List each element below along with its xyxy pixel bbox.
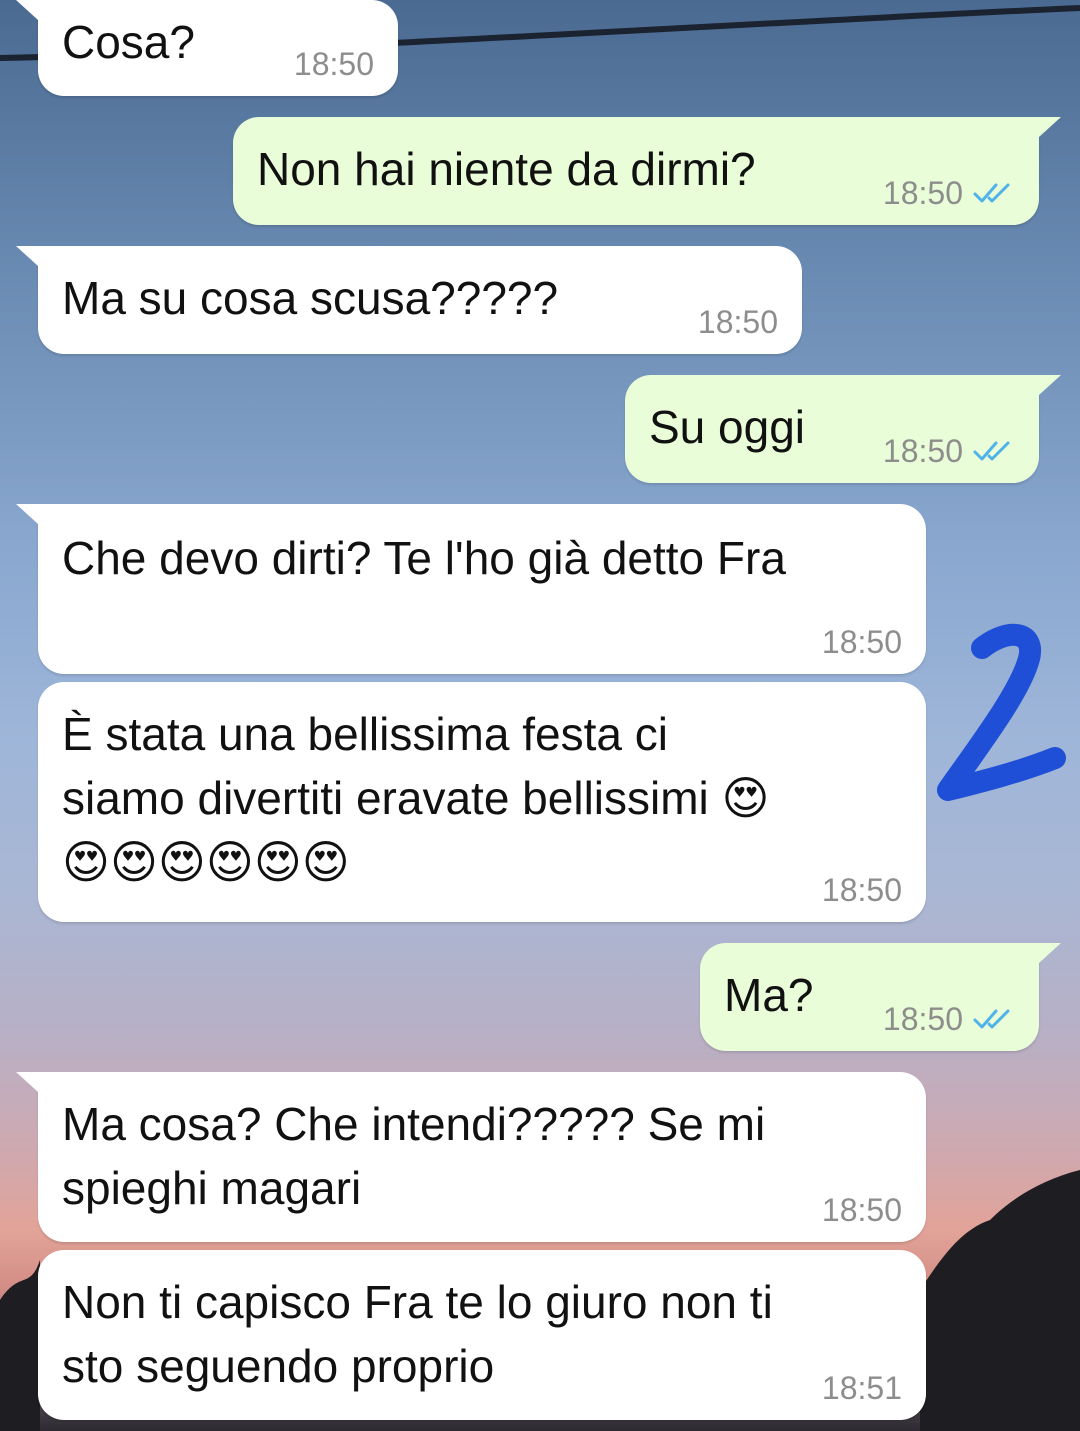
message-meta: 18:50 xyxy=(883,1001,1015,1037)
message-time: 18:51 xyxy=(821,1370,902,1406)
message-time: 18:50 xyxy=(882,175,963,211)
bubble-tail xyxy=(1039,117,1061,137)
message-meta: 18:50 xyxy=(883,175,1015,211)
bubble-tail xyxy=(1039,375,1061,395)
double-check-read-icon xyxy=(973,181,1015,205)
message-meta: 18:50 xyxy=(698,304,778,340)
bubble-tail xyxy=(16,0,38,20)
message-meta: 18:50 xyxy=(822,1192,902,1228)
message-bubble-outgoing[interactable]: Non hai niente da dirmi? 18:50 xyxy=(233,117,1061,225)
message-bubble-incoming[interactable]: Cosa? 18:50 xyxy=(16,0,398,96)
message-bubble-outgoing[interactable]: Su oggi 18:50 xyxy=(625,375,1061,483)
handwritten-annotation xyxy=(920,622,1070,817)
bubble-tail xyxy=(16,246,38,266)
message-text: Ma su cosa scusa????? xyxy=(62,272,559,324)
message-time: 18:50 xyxy=(697,304,778,340)
message-bubble-incoming[interactable]: È stata una bellissima festa ci siamo di… xyxy=(38,682,926,922)
message-meta: 18:51 xyxy=(822,1370,902,1406)
message-text: È stata una bellissima festa ci siamo di… xyxy=(62,708,770,888)
message-time: 18:50 xyxy=(882,1001,963,1037)
message-meta: 18:50 xyxy=(883,433,1015,469)
double-check-read-icon xyxy=(973,1007,1015,1031)
message-bubble-incoming[interactable]: Non ti capisco Fra te lo giuro non ti st… xyxy=(38,1250,926,1420)
message-text: Non ti capisco Fra te lo giuro non ti st… xyxy=(62,1276,773,1392)
bubble-tail xyxy=(16,1072,38,1092)
message-bubble-outgoing[interactable]: Ma? 18:50 xyxy=(700,943,1061,1051)
message-meta: 18:50 xyxy=(294,46,374,82)
message-text: Ma cosa? Che intendi????? Se mi spieghi … xyxy=(62,1098,766,1214)
message-time: 18:50 xyxy=(821,1192,902,1228)
message-meta: 18:50 xyxy=(822,872,902,908)
double-check-read-icon xyxy=(973,439,1015,463)
message-bubble-incoming[interactable]: Che devo dirti? Te l'ho già detto Fra 18… xyxy=(16,504,926,674)
message-time: 18:50 xyxy=(882,433,963,469)
message-time: 18:50 xyxy=(821,624,902,660)
message-bubble-incoming[interactable]: Ma su cosa scusa????? 18:50 xyxy=(16,246,802,354)
message-time: 18:50 xyxy=(293,46,374,82)
message-meta: 18:50 xyxy=(822,624,902,660)
message-time: 18:50 xyxy=(821,872,902,908)
bubble-tail xyxy=(16,504,38,524)
handwritten-number-two-icon xyxy=(937,623,1066,801)
message-bubble-incoming[interactable]: Ma cosa? Che intendi????? Se mi spieghi … xyxy=(16,1072,926,1242)
bubble-tail xyxy=(1039,943,1061,963)
message-text: Che devo dirti? Te l'ho già detto Fra xyxy=(62,532,786,584)
